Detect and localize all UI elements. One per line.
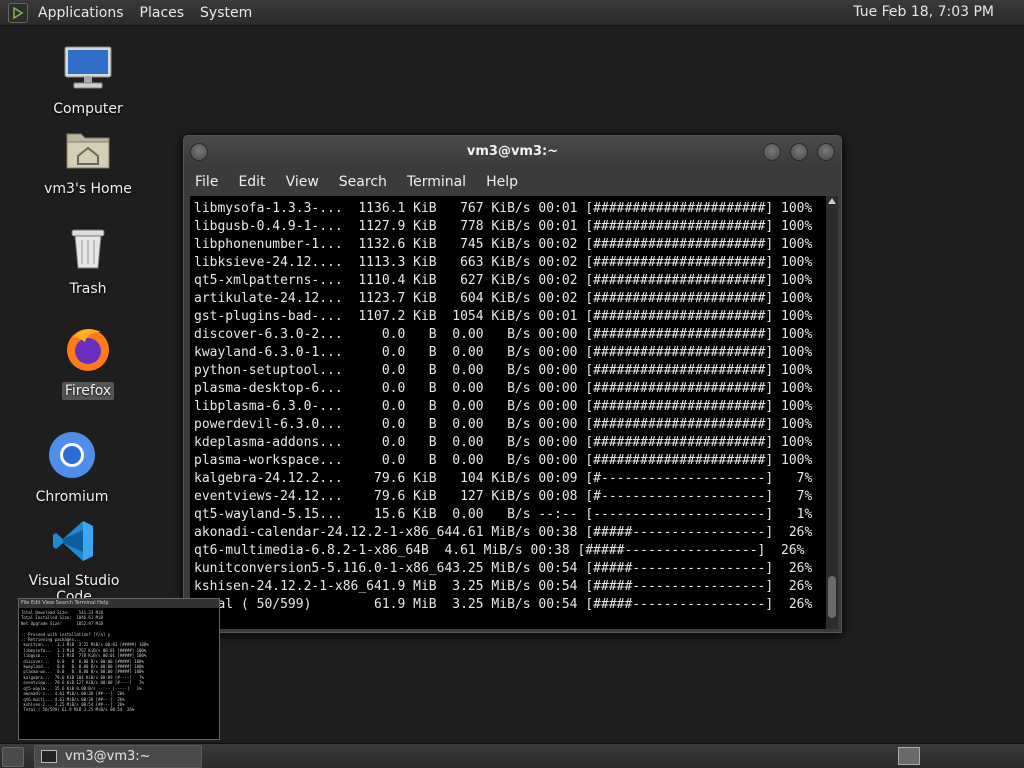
desktop-icon-trash[interactable]: Trash [33, 226, 143, 298]
applications-logo-icon[interactable] [8, 2, 28, 23]
top-panel: Applications Places System Tue Feb 18, 7… [0, 0, 1024, 26]
terminal-scrollbar[interactable] [826, 196, 838, 629]
bottom-panel: vm3@vm3:~ [0, 743, 1024, 768]
applications-menu[interactable]: Applications [30, 5, 132, 21]
terminal-output[interactable]: libmysofa-1.3.3-... 1136.1 KiB 767 KiB/s… [190, 196, 826, 629]
menu-file[interactable]: File [188, 174, 225, 190]
terminal-text: libmysofa-1.3.3-... 1136.1 KiB 767 KiB/s… [194, 201, 813, 612]
home-label: vm3's Home [44, 181, 132, 197]
trash-icon [33, 226, 143, 276]
window-title: vm3@vm3:~ [466, 144, 559, 159]
menu-help[interactable]: Help [479, 174, 525, 190]
menu-search[interactable]: Search [332, 174, 394, 190]
preview-menubar: File Edit View Search Terminal Help [19, 599, 219, 608]
computer-icon [33, 44, 143, 96]
home-folder-icon [33, 126, 143, 176]
minimize-button[interactable] [763, 143, 781, 161]
computer-label: Computer [53, 101, 123, 117]
terminal-window[interactable]: vm3@vm3:~ File Edit View Search Terminal… [183, 135, 842, 633]
window-preview-thumbnail[interactable]: File Edit View Search Terminal Help Tota… [18, 598, 220, 740]
scrollbar-thumb[interactable] [828, 576, 836, 618]
places-menu[interactable]: Places [132, 5, 193, 21]
show-desktop-icon[interactable] [2, 747, 24, 767]
trash-label: Trash [69, 281, 107, 297]
desktop-icon-chromium[interactable]: Chromium [17, 430, 127, 506]
firefox-icon [33, 324, 143, 378]
close-button[interactable] [817, 143, 835, 161]
taskbar-button-terminal[interactable]: vm3@vm3:~ [34, 745, 202, 768]
desktop-icon-vscode[interactable]: Visual Studio Code [14, 518, 134, 606]
firefox-label: Firefox [61, 382, 115, 400]
vscode-icon [14, 518, 134, 568]
chromium-label: Chromium [35, 489, 109, 505]
desktop-icon-home[interactable]: vm3's Home [33, 126, 143, 198]
preview-text: Total Download Size: 541.33 MiB Total In… [21, 610, 149, 713]
chromium-icon [17, 430, 127, 484]
menu-terminal[interactable]: Terminal [400, 174, 473, 190]
terminal-menubar: File Edit View Search Terminal Help [184, 168, 841, 196]
scroll-up-arrow-icon[interactable] [828, 198, 836, 204]
menu-view[interactable]: View [279, 174, 326, 190]
desktop-icon-firefox[interactable]: Firefox [33, 324, 143, 400]
window-titlebar[interactable]: vm3@vm3:~ [184, 136, 841, 168]
terminal-icon [41, 750, 57, 763]
menu-edit[interactable]: Edit [231, 174, 272, 190]
workspace-switcher[interactable] [898, 747, 920, 765]
clock[interactable]: Tue Feb 18, 7:03 PM [853, 4, 994, 20]
desktop-icon-computer[interactable]: Computer [33, 44, 143, 118]
taskbar-label: vm3@vm3:~ [65, 749, 151, 764]
maximize-button[interactable] [790, 143, 808, 161]
system-menu[interactable]: System [192, 5, 260, 21]
